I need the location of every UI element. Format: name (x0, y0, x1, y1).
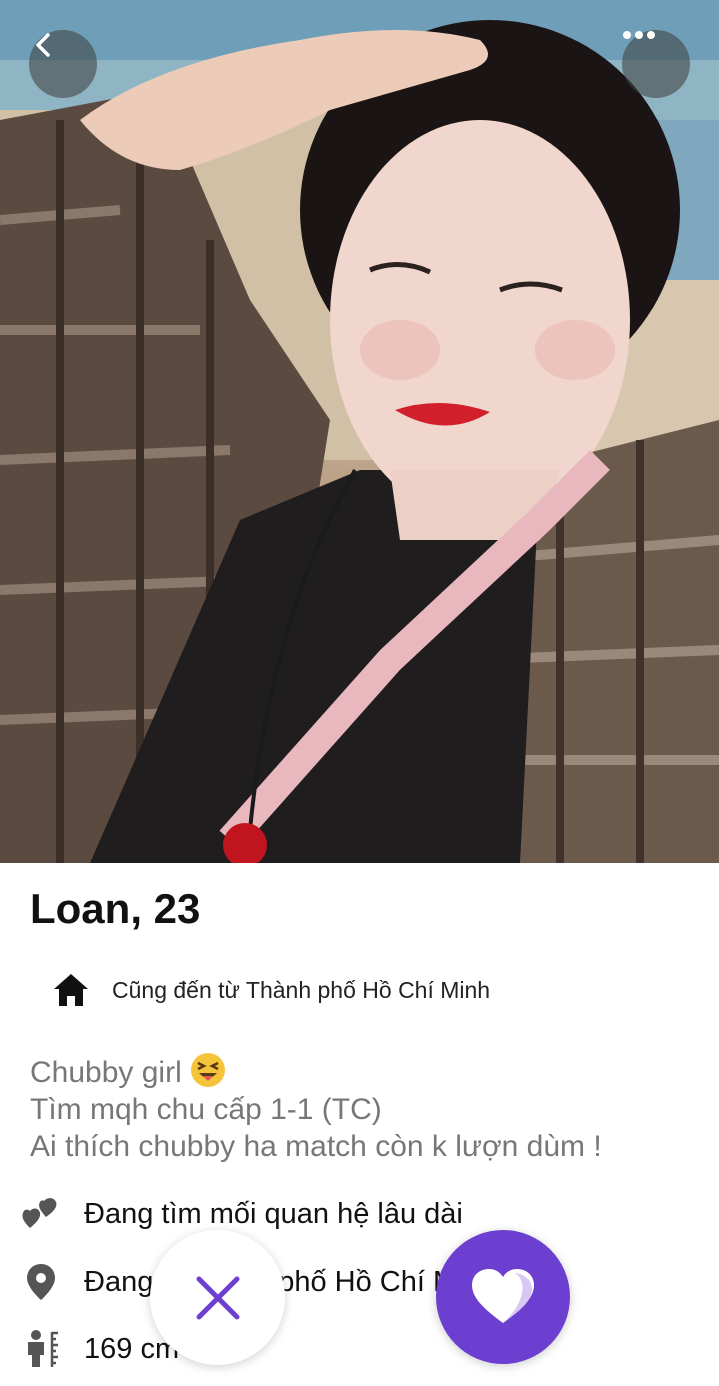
location-pin-icon (27, 1264, 55, 1300)
home-icon (54, 974, 88, 1006)
squinting-tongue-emoji-icon (190, 1053, 225, 1087)
height-icon (28, 1330, 58, 1367)
bio-line-3: Ai thích chubby ha match còn k lượn dùm … (30, 1130, 602, 1163)
relationship-goal-label: Đang tìm mối quan hệ lâu dài (84, 1197, 463, 1230)
heart-icon (472, 1269, 534, 1323)
profile-photo-art (0, 0, 719, 863)
close-x-icon (196, 1276, 239, 1319)
pass-button[interactable] (150, 1230, 285, 1365)
height-row: 169 cm (22, 1325, 179, 1373)
profile-photo[interactable] (0, 0, 719, 863)
hometown-row: Cũng đến từ Thành phố Hồ Chí Minh (52, 970, 490, 1010)
bio-line-2: Tìm mqh chu cấp 1-1 (TC) (30, 1093, 382, 1126)
profile-bio: Chubby girl Tìm mqh chu cấp 1-1 (TC) Ai … (30, 1052, 602, 1165)
more-options-button[interactable] (622, 30, 690, 98)
hearts-icon (22, 1198, 57, 1228)
hometown-label: Cũng đến từ Thành phố Hồ Chí Minh (112, 976, 491, 1003)
relationship-goal-row: Đang tìm mối quan hệ lâu dài (22, 1190, 463, 1238)
bio-line-1: Chubby girl (30, 1056, 182, 1089)
back-button[interactable] (29, 30, 97, 98)
location-label: Đang ở Thành phố Hồ Chí Minh (84, 1265, 496, 1298)
more-dots-icon (623, 31, 655, 39)
like-button[interactable] (436, 1230, 570, 1364)
chevron-left-icon (36, 33, 50, 57)
profile-name-age: Loan, 23 (30, 885, 201, 932)
